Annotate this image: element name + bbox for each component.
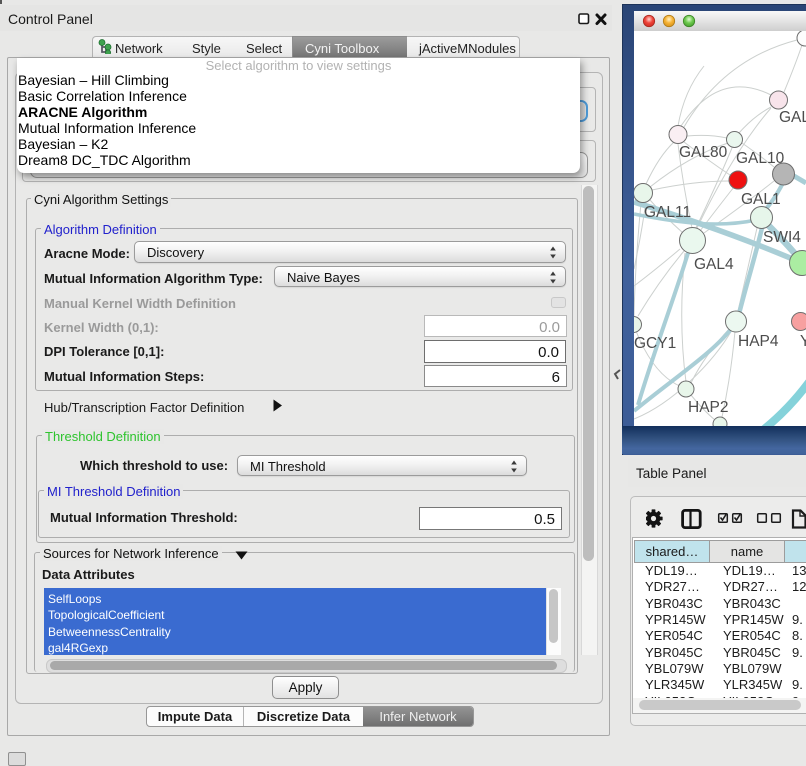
svg-text:GAL80: GAL80 <box>679 144 728 161</box>
svg-text:YE: YE <box>800 333 806 350</box>
svg-text:GAL11: GAL11 <box>644 204 691 221</box>
svg-text:GCY1: GCY1 <box>634 335 676 352</box>
svg-text:SWI4: SWI4 <box>763 229 801 246</box>
svg-text:GAL1: GAL1 <box>741 191 781 208</box>
svg-text:GAL10: GAL10 <box>736 150 785 167</box>
svg-text:GAL4: GAL4 <box>694 256 734 273</box>
svg-text:GAL2: GAL2 <box>779 109 806 126</box>
svg-text:HAP2: HAP2 <box>688 399 729 416</box>
svg-text:HAP4: HAP4 <box>738 333 779 350</box>
